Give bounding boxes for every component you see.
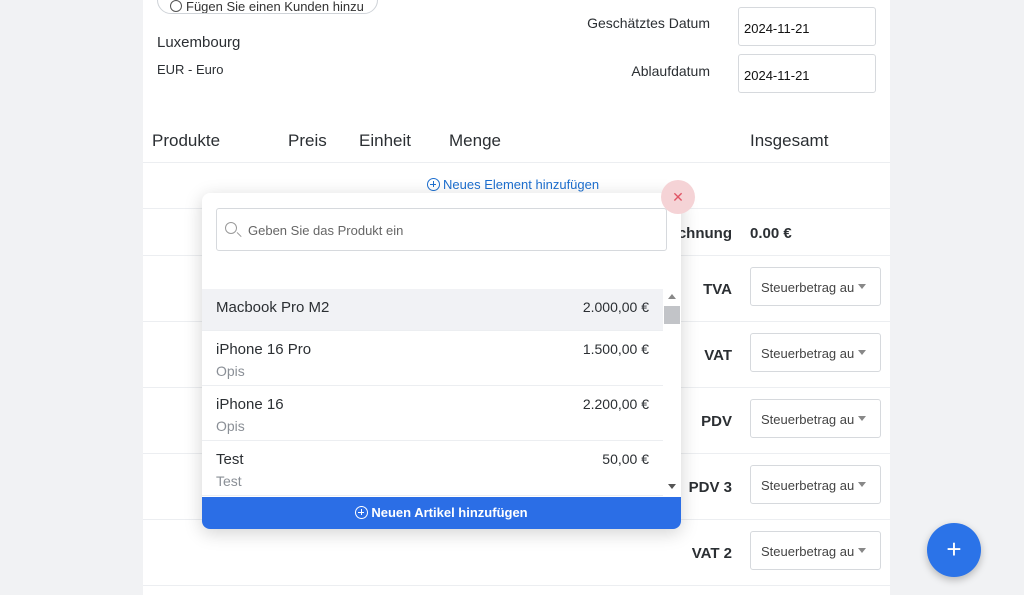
column-header-unit: Einheit [359, 131, 411, 150]
subtotal-value: 0.00 € [750, 225, 792, 242]
estimated-date-input[interactable]: 2024-11-21 [738, 7, 876, 46]
product-description: Opis [216, 418, 245, 434]
caret-down-icon [858, 548, 866, 553]
add-element-label: Neues Element hinzufügen [443, 177, 600, 192]
add-element-link[interactable]: Neues Element hinzufügen [427, 177, 599, 192]
product-item-iphone-16-pro[interactable]: iPhone 16 Pro Opis 1.500,00 € [202, 331, 663, 386]
client-currency: EUR - Euro [157, 62, 224, 77]
product-picker-popup: Macbook Pro M2 2.000,00 € iPhone 16 Pro … [202, 193, 681, 529]
product-price: 2.000,00 € [582, 299, 649, 315]
expiry-date-label: Ablaufdatum [631, 63, 710, 79]
tax-select-vat-2[interactable]: Steuerbetrag au [750, 531, 881, 570]
scrollbar-thumb[interactable] [664, 306, 680, 324]
product-price: 1.500,00 € [582, 341, 649, 357]
tax-select-value: Steuerbetrag au [761, 280, 855, 295]
add-client-label: Fügen Sie einen Kunden hinzu [186, 0, 364, 14]
plus-circle-icon [427, 178, 440, 191]
plus-circle-icon [355, 506, 369, 519]
tax-select-value: Steuerbetrag au [761, 412, 855, 427]
add-fab-button[interactable]: + [927, 523, 981, 577]
product-search-box[interactable] [216, 208, 667, 251]
add-new-item-button[interactable]: Neuen Artikel hinzufügen [202, 497, 681, 529]
tax-select-value: Steuerbetrag au [761, 478, 855, 493]
expiry-date-input[interactable]: 2024-11-21 [738, 54, 876, 93]
product-name: Test [216, 451, 244, 468]
add-new-item-label: Neuen Artikel hinzufügen [371, 505, 528, 520]
plus-icon: + [946, 534, 962, 564]
scroll-up-icon[interactable] [668, 294, 676, 299]
product-item-test[interactable]: Test Test 50,00 € [202, 441, 663, 496]
tax-select-pdv[interactable]: Steuerbetrag au [750, 399, 881, 438]
caret-down-icon [858, 482, 866, 487]
product-price: 50,00 € [602, 451, 649, 467]
product-list: Macbook Pro M2 2.000,00 € iPhone 16 Pro … [202, 289, 663, 497]
product-price: 2.200,00 € [582, 396, 649, 412]
scroll-down-icon[interactable] [668, 484, 676, 489]
divider [143, 585, 890, 586]
column-header-quantity: Menge [449, 131, 501, 150]
product-list-scrollbar[interactable] [663, 289, 681, 497]
caret-down-icon [858, 416, 866, 421]
add-client-button[interactable]: Fügen Sie einen Kunden hinzu [157, 0, 378, 14]
product-description: Opis [216, 363, 245, 379]
caret-down-icon [858, 284, 866, 289]
product-item-iphone-16[interactable]: iPhone 16 Opis 2.200,00 € [202, 386, 663, 441]
tax-select-vat[interactable]: Steuerbetrag au [750, 333, 881, 372]
product-description: Test [216, 473, 242, 489]
client-country: Luxembourg [157, 34, 241, 51]
column-header-price: Preis [288, 131, 327, 150]
plus-circle-icon [170, 0, 182, 12]
close-icon: ✕ [672, 189, 684, 205]
column-header-products: Produkte [152, 131, 221, 150]
product-item-macbook-pro-m2[interactable]: Macbook Pro M2 2.000,00 € [202, 289, 663, 331]
tax-select-value: Steuerbetrag au [761, 346, 855, 361]
tax-label-vat-2: VAT 2 [691, 545, 732, 562]
divider [143, 162, 890, 163]
caret-down-icon [858, 350, 866, 355]
product-search-input[interactable] [248, 216, 658, 244]
tax-select-value: Steuerbetrag au [761, 544, 855, 559]
column-header-total: Insgesamt [750, 131, 829, 150]
close-popup-button[interactable]: ✕ [661, 180, 695, 214]
estimated-date-label: Geschätztes Datum [587, 15, 710, 31]
tax-select-tva[interactable]: Steuerbetrag au [750, 267, 881, 306]
tax-select-pdv-3[interactable]: Steuerbetrag au [750, 465, 881, 504]
search-icon [225, 222, 237, 234]
